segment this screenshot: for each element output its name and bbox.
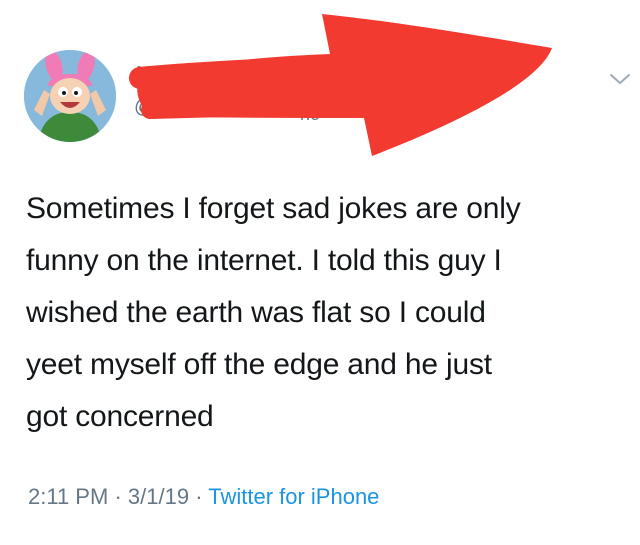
meta-separator: · (114, 484, 122, 509)
tweet-text-line: Sometimes I forget sad jokes are only (26, 192, 521, 225)
user-handle[interactable]: @ (134, 96, 154, 119)
tweet-text-line: funny on the internet. I told this guy I (26, 244, 502, 277)
tweet-text-line: wished the earth was flat so I could (26, 296, 486, 329)
user-handle-tail: ne (300, 104, 321, 124)
avatar[interactable] (24, 50, 116, 142)
meta-separator: · (195, 484, 203, 509)
tweet-text-line: yeet myself off the edge and he just (26, 348, 492, 381)
tweet-text-line: got concerned (26, 400, 214, 433)
tweet-card: H @ ne Sometimes I forget sad jokes are … (0, 0, 640, 545)
chevron-down-icon[interactable] (608, 70, 632, 88)
tweet-time[interactable]: 2:11 PM (28, 484, 108, 509)
tweet-meta: 2:11 PM · 3/1/19 · Twitter for iPhone (28, 484, 379, 510)
display-name[interactable]: H (136, 62, 152, 88)
tweet-source-link[interactable]: Twitter for iPhone (208, 484, 379, 509)
avatar-cartoon-icon (24, 50, 116, 142)
tweet-date[interactable]: 3/1/19 (128, 484, 189, 509)
tweet-text: Sometimes I forget sad jokes are only fu… (26, 183, 626, 443)
